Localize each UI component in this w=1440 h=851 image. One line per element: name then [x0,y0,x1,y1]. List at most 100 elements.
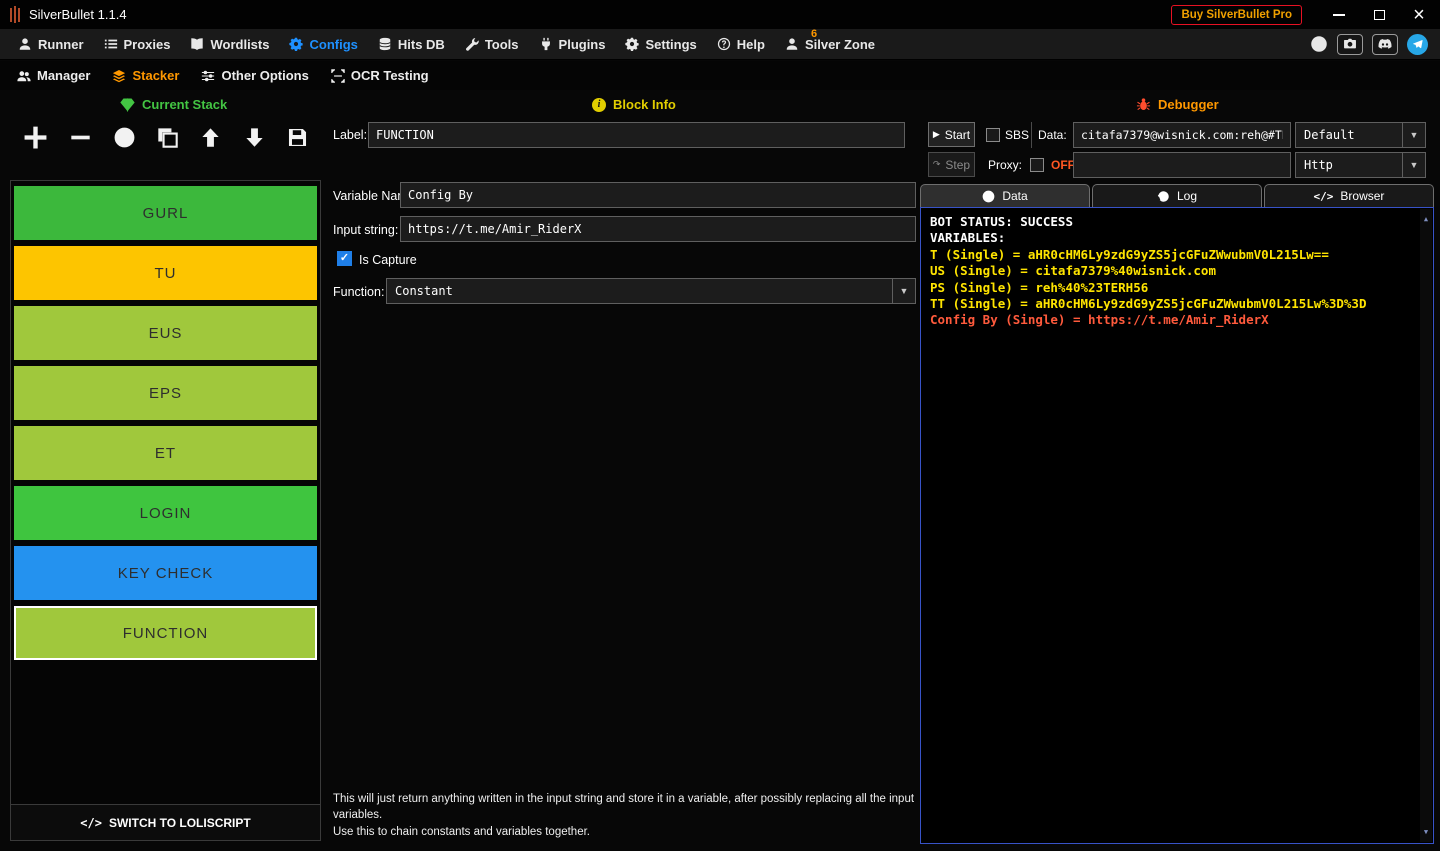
silverbullet-window: SilverBullet 1.1.4 Buy SilverBullet Pro … [0,0,1440,851]
stack-block-eus[interactable]: EUS [14,306,317,360]
sliders-icon [201,69,215,83]
function-label: Function: [333,285,384,299]
tab-browser[interactable]: </> Browser [1264,184,1434,207]
chevron-down-icon: ▼ [1402,123,1425,147]
menu-tools[interactable]: Tools [455,29,529,59]
stack-block-function[interactable]: FUNCTION [14,606,317,660]
proxy-off-label: OFF [1051,158,1075,172]
variable-line: TT (Single) = aHR0cHM6Ly9zdG9yZS5jcGFuZW… [930,296,1424,312]
maximize-button[interactable] [1368,5,1390,25]
layers-icon [112,69,126,83]
chevron-down-icon: ▼ [892,279,915,303]
variable-line: PS (Single) = reh%40%23TERH56 [930,280,1424,296]
block-info-header: i Block Info [592,97,676,112]
menu-hits-db[interactable]: Hits DB [368,29,455,59]
code-icon: </> [80,816,102,830]
output-scrollbar[interactable]: ▲ ▼ [1420,209,1432,842]
minimize-button[interactable] [1328,5,1350,25]
menu-proxies[interactable]: Proxies [94,29,181,59]
silver-zone-badge: 6 [811,28,817,40]
discord-button[interactable] [1372,34,1398,55]
titlebar-controls: Buy SilverBullet Pro × [1171,5,1430,25]
titlebar: SilverBullet 1.1.4 Buy SilverBullet Pro … [0,0,1440,29]
label-input[interactable] [368,122,905,148]
close-button[interactable]: × [1408,5,1430,25]
menu-configs[interactable]: Configs [279,29,367,59]
stack-block-key-check[interactable]: KEY CHECK [14,546,317,600]
stack-block-et[interactable]: ET [14,426,317,480]
camera-icon [1343,37,1357,51]
start-button[interactable]: ▶Start [928,122,975,147]
telegram-icon [1412,38,1424,50]
debugger-output[interactable]: BOT STATUS: SUCCESS VARIABLES: T (Single… [920,207,1434,844]
duplicate-block-button[interactable] [157,127,178,148]
switch-to-loliscript-button[interactable]: </> SWITCH TO LOLISCRIPT [11,804,320,840]
submenu-stacker[interactable]: Stacker [101,61,190,90]
function-select[interactable]: Constant ▼ [386,278,916,304]
menu-settings[interactable]: Settings [615,29,706,59]
arrow-up-icon [200,127,221,148]
stack-toolbar [10,119,321,155]
stack-block-login[interactable]: LOGIN [14,486,317,540]
variable-name-input[interactable] [400,182,916,208]
add-block-button[interactable] [23,125,48,150]
wordlist-type-select[interactable]: Default ▼ [1295,122,1426,148]
main-menu: Runner Proxies Wordlists Configs Hits DB… [0,29,1440,60]
is-capture-checkbox[interactable]: ✓ [337,251,352,266]
data-input[interactable] [1073,122,1291,148]
move-down-button[interactable] [244,127,265,148]
stack-block-tu[interactable]: TU [14,246,317,300]
scroll-down-icon[interactable]: ▼ [1424,824,1428,840]
menu-wordlists[interactable]: Wordlists [180,29,279,59]
submenu-other-options[interactable]: Other Options [190,61,319,90]
list-icon [104,37,118,51]
people-icon [17,69,31,83]
sbs-checkbox[interactable] [986,128,1000,142]
current-stack-header: Current Stack [120,97,227,112]
menu-silver-zone[interactable]: 6 Silver Zone [775,29,885,59]
proxy-type-select[interactable]: Http ▼ [1295,152,1426,178]
submenu-manager[interactable]: Manager [6,61,101,90]
clock-icon [982,190,995,203]
input-string-input[interactable] [400,216,916,242]
debugger-header: Debugger [1136,97,1219,112]
menu-runner[interactable]: Runner [8,29,94,59]
proxy-checkbox[interactable] [1030,158,1044,172]
proxy-label: Proxy: [988,158,1022,172]
variable-line: T (Single) = aHR0cHM6Ly9zdG9yZS5jcGFuZWw… [930,247,1424,263]
history-icon [1157,190,1170,203]
runner-icon [18,37,32,51]
configs-submenu: Manager Stacker Other Options OCR Testin… [0,61,1440,90]
sbs-label: SBS [1005,128,1029,142]
tab-data[interactable]: Data [920,184,1090,207]
move-up-button[interactable] [200,127,221,148]
plug-icon [539,37,553,51]
minimize-icon [1333,14,1345,16]
remove-block-button[interactable] [70,127,91,148]
save-icon [287,127,308,148]
data-label: Data: [1038,128,1067,142]
scroll-up-icon[interactable]: ▲ [1424,211,1428,227]
save-config-button[interactable] [287,127,308,148]
menu-help[interactable]: Help [707,29,775,59]
tab-log[interactable]: Log [1092,184,1262,207]
block-list: GURL TU EUS EPS ET LOGIN KEY CHECK FUNCT… [11,181,320,666]
stack-block-gurl[interactable]: GURL [14,186,317,240]
telegram-button[interactable] [1407,34,1428,55]
buy-pro-button[interactable]: Buy SilverBullet Pro [1171,5,1302,25]
step-icon: ↷ [933,159,941,170]
proxy-input[interactable] [1073,152,1291,178]
menu-plugins[interactable]: Plugins [529,29,616,59]
plus-icon [23,125,48,150]
menu-right-icons [1310,34,1432,55]
step-button[interactable]: ↷Step [928,152,975,177]
screenshot-button[interactable] [1337,34,1363,55]
stack-panel: GURL TU EUS EPS ET LOGIN KEY CHECK FUNCT… [10,180,321,841]
clear-stack-button[interactable] [114,127,135,148]
wrench-icon [465,37,479,51]
book-icon [190,37,204,51]
history-clock-icon[interactable] [1310,35,1328,53]
submenu-ocr-testing[interactable]: OCR Testing [320,61,440,90]
stack-block-eps[interactable]: EPS [14,366,317,420]
copy-icon [157,127,178,148]
